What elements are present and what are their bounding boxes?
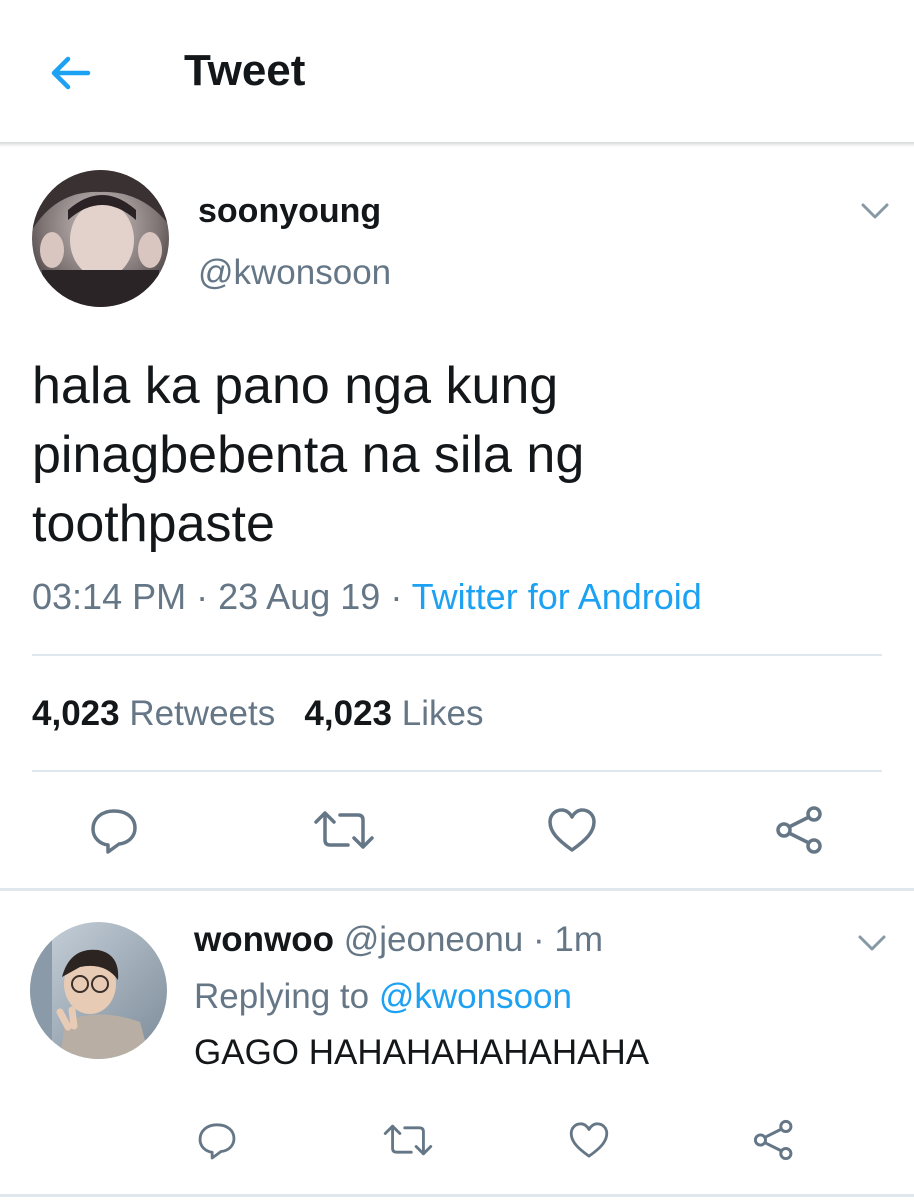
divider xyxy=(0,1194,914,1197)
replying-prefix: Replying to xyxy=(194,977,370,1016)
comment-icon xyxy=(198,1123,236,1160)
retweets-label: Retweets xyxy=(129,694,276,733)
avatar-image xyxy=(32,170,169,307)
chevron-down-icon xyxy=(861,203,889,219)
reply-button[interactable] xyxy=(88,806,140,861)
meta-separator: · xyxy=(533,920,545,959)
share-button[interactable] xyxy=(774,804,826,861)
like-button[interactable] xyxy=(546,806,598,859)
divider xyxy=(0,888,914,891)
top-bar: Tweet xyxy=(0,0,914,142)
divider xyxy=(32,770,882,772)
share-icon xyxy=(776,806,822,854)
tweet-source-link[interactable]: Twitter for Android xyxy=(412,576,702,617)
comment-icon xyxy=(91,809,137,854)
reply-menu-button[interactable] xyxy=(852,928,892,958)
tweet-stats: 4,023 Retweets 4,023 Likes xyxy=(32,694,483,734)
meta-separator: · xyxy=(390,576,403,617)
reply-author-handle[interactable]: @jeoneonu xyxy=(344,920,524,959)
reply-like-button[interactable] xyxy=(568,1120,610,1165)
retweet-icon xyxy=(314,811,374,849)
header-divider xyxy=(0,142,914,147)
arrow-left-icon xyxy=(51,56,91,90)
page-title: Tweet xyxy=(184,46,306,95)
author-name[interactable]: soonyoung xyxy=(198,192,381,231)
reply-author-name[interactable]: wonwoo xyxy=(194,920,334,959)
author-handle[interactable]: @kwonsoon xyxy=(198,253,391,293)
reply-header: wonwoo @jeoneonu · 1m xyxy=(194,920,603,960)
replying-mention-link[interactable]: @kwonsoon xyxy=(379,977,572,1016)
tweet-text: hala ka pano nga kung pinagbebenta na si… xyxy=(32,352,882,559)
tweet-text-line: hala ka pano nga kung xyxy=(32,357,559,415)
likes-count: 4,023 xyxy=(304,694,393,733)
tweet-menu-button[interactable] xyxy=(855,196,895,226)
heart-icon xyxy=(569,1122,609,1158)
retweet-icon xyxy=(383,1124,433,1156)
chevron-down-icon xyxy=(858,935,886,951)
reply-retweet-button[interactable] xyxy=(382,1122,434,1163)
reply-avatar[interactable] xyxy=(30,922,167,1059)
retweets-count: 4,023 xyxy=(32,694,120,733)
reply-text: GAGO HAHAHAHAHAHAHA xyxy=(194,1033,650,1072)
divider xyxy=(32,654,882,656)
tweet-text-line: toothpaste xyxy=(32,495,275,553)
tweet-time: 03:14 PM xyxy=(32,576,187,617)
heart-icon xyxy=(548,808,596,852)
tweet-date: 23 Aug 19 xyxy=(218,576,381,617)
share-icon xyxy=(753,1119,793,1161)
reply-share-button[interactable] xyxy=(752,1118,796,1167)
reply-reply-button[interactable] xyxy=(196,1120,238,1167)
tweet-meta: 03:14 PM · 23 Aug 19 · Twitter for Andro… xyxy=(32,576,702,618)
back-button[interactable] xyxy=(44,50,100,96)
likes-stat[interactable]: 4,023 Likes xyxy=(304,694,483,733)
retweets-stat[interactable]: 4,023 Retweets xyxy=(32,694,275,733)
avatar[interactable] xyxy=(32,170,169,307)
tweet-text-line: pinagbebenta na sila ng xyxy=(32,426,585,484)
reply-time: 1m xyxy=(554,920,604,959)
likes-label: Likes xyxy=(401,694,484,733)
retweet-button[interactable] xyxy=(312,808,376,857)
replying-to: Replying to @kwonsoon xyxy=(194,977,572,1017)
meta-separator: · xyxy=(196,576,209,617)
avatar-image xyxy=(30,922,167,1059)
